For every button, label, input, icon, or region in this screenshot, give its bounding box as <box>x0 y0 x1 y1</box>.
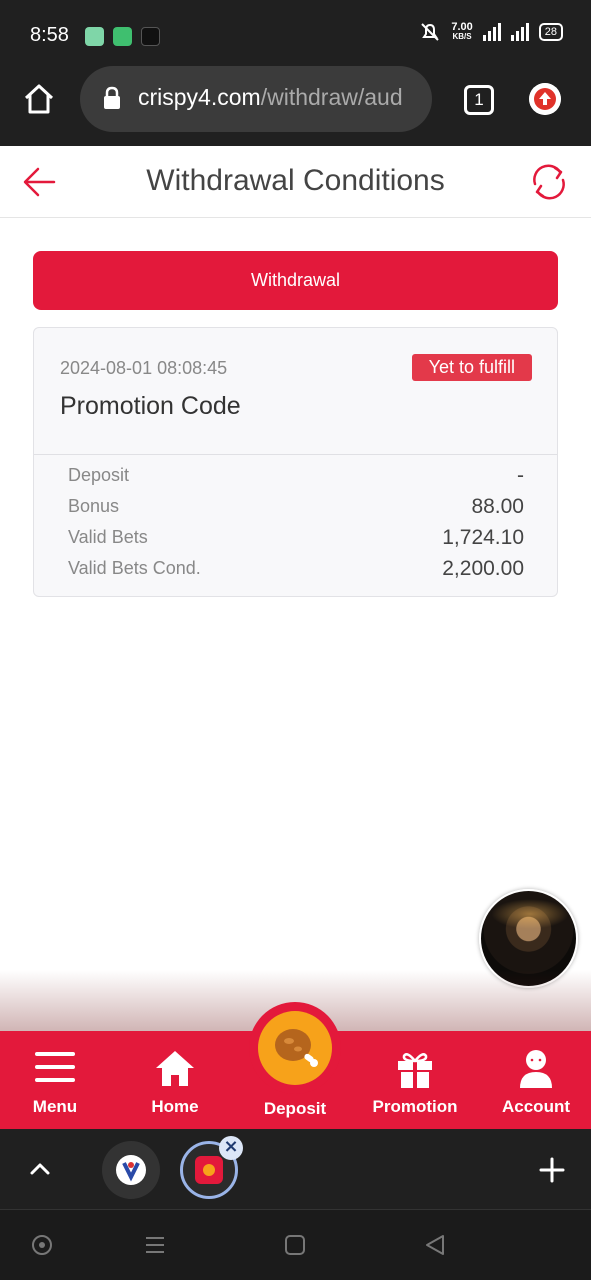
back-triangle-icon[interactable] <box>424 1234 446 1256</box>
user-icon <box>520 1050 552 1088</box>
home-square-icon[interactable] <box>284 1234 306 1256</box>
lock-icon <box>104 86 120 109</box>
nav-promotion[interactable]: Promotion <box>360 1031 470 1129</box>
browser-toolbar: crispy4.com/withdraw/aud 1 <box>0 66 591 146</box>
nav-home-label: Home <box>151 1097 199 1116</box>
update-icon[interactable] <box>529 83 561 115</box>
chevron-up-icon[interactable] <box>28 1157 52 1181</box>
bell-muted-icon <box>421 23 440 41</box>
nav-deposit-label: Deposit <box>263 1099 327 1118</box>
app-notification-icon <box>85 27 104 46</box>
row-label: Valid Bets <box>68 527 148 547</box>
row-value: 2,200.00 <box>442 556 524 580</box>
close-tab-icon[interactable]: × <box>219 1136 243 1160</box>
browser-bottom-bar <box>0 1129 591 1209</box>
battery-indicator: 28 <box>538 23 563 41</box>
menu-icon <box>35 1052 75 1082</box>
address-bar[interactable]: crispy4.com/withdraw/aud <box>80 66 432 132</box>
assistant-icon[interactable] <box>31 1234 53 1256</box>
page-header: Withdrawal Conditions <box>0 146 591 218</box>
condition-row: Valid Bets 1,724.10 <box>68 522 524 553</box>
condition-rows: Deposit - Bonus 88.00 Valid Bets 1,724.1… <box>68 460 524 584</box>
withdrawal-button[interactable]: Withdrawal <box>33 251 558 310</box>
nav-menu[interactable]: Menu <box>0 1031 110 1129</box>
row-label: Bonus <box>68 496 120 516</box>
record-name: Promotion Code <box>60 392 241 420</box>
url-text[interactable]: crispy4.com/withdraw/aud <box>138 84 420 111</box>
condition-row: Valid Bets Cond. 2,200.00 <box>68 553 524 584</box>
row-value: 88.00 <box>471 494 524 518</box>
new-tab-icon[interactable] <box>539 1157 565 1183</box>
nav-menu-label: Menu <box>32 1097 78 1116</box>
status-bar: 8:58 7.00 KB/S 28 <box>0 0 591 66</box>
recents-icon[interactable] <box>144 1234 166 1256</box>
condition-row: Bonus 88.00 <box>68 491 524 522</box>
tab-switcher-button[interactable]: 1 <box>464 85 494 115</box>
condition-row: Deposit - <box>68 460 524 491</box>
gift-icon <box>398 1053 432 1088</box>
chicken-icon <box>258 1011 332 1085</box>
row-label: Valid Bets Cond. <box>68 558 201 578</box>
row-value: 1,724.10 <box>442 525 524 549</box>
signal-icon-2 <box>510 23 529 41</box>
site-favicon-icon <box>116 1155 146 1185</box>
refresh-icon[interactable] <box>527 160 571 204</box>
nav-account[interactable]: Account <box>481 1031 591 1129</box>
deposit-button[interactable] <box>249 1002 341 1094</box>
page-title: Withdrawal Conditions <box>146 164 445 197</box>
status-badge: Yet to fulfill <box>411 354 532 381</box>
system-nav-bar <box>0 1209 591 1280</box>
signal-icon <box>482 23 501 41</box>
nav-home[interactable]: Home <box>120 1031 230 1129</box>
shield-notification-icon <box>113 27 132 46</box>
row-value: - <box>517 463 524 487</box>
network-speed: 7.00 KB/S <box>451 21 473 42</box>
record-date: 2024-08-01 08:08:45 <box>60 358 228 378</box>
tab-thumbnail[interactable] <box>102 1141 160 1199</box>
status-time: 8:58 <box>30 24 69 46</box>
card-header: 2024-08-01 08:08:45 Yet to fulfill Promo… <box>34 328 557 455</box>
media-notification-icon <box>141 27 160 46</box>
nav-account-label: Account <box>502 1097 570 1116</box>
row-label: Deposit <box>68 465 130 485</box>
nav-promotion-label: Promotion <box>372 1097 458 1116</box>
home-icon <box>156 1051 194 1086</box>
withdrawal-condition-card: 2024-08-01 08:08:45 Yet to fulfill Promo… <box>33 327 558 597</box>
home-icon[interactable] <box>22 82 56 116</box>
